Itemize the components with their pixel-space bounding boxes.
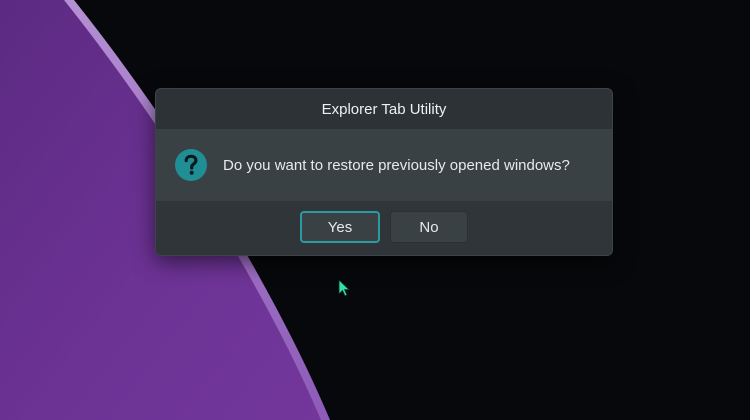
desktop: Explorer Tab Utility Do you want to rest…	[0, 0, 750, 420]
no-button-label: No	[419, 218, 439, 236]
yes-button[interactable]: Yes	[300, 211, 380, 243]
dialog-message: Do you want to restore previously opened…	[223, 156, 570, 174]
question-icon	[175, 149, 207, 181]
dialog-titlebar: Explorer Tab Utility	[156, 89, 612, 129]
dialog-content: Do you want to restore previously opened…	[156, 129, 612, 201]
dialog-footer: Yes No	[156, 201, 612, 255]
dialog-title: Explorer Tab Utility	[321, 100, 447, 118]
no-button[interactable]: No	[390, 211, 468, 243]
mouse-cursor-icon	[338, 279, 350, 297]
yes-button-label: Yes	[327, 218, 353, 236]
restore-dialog: Explorer Tab Utility Do you want to rest…	[155, 88, 613, 256]
